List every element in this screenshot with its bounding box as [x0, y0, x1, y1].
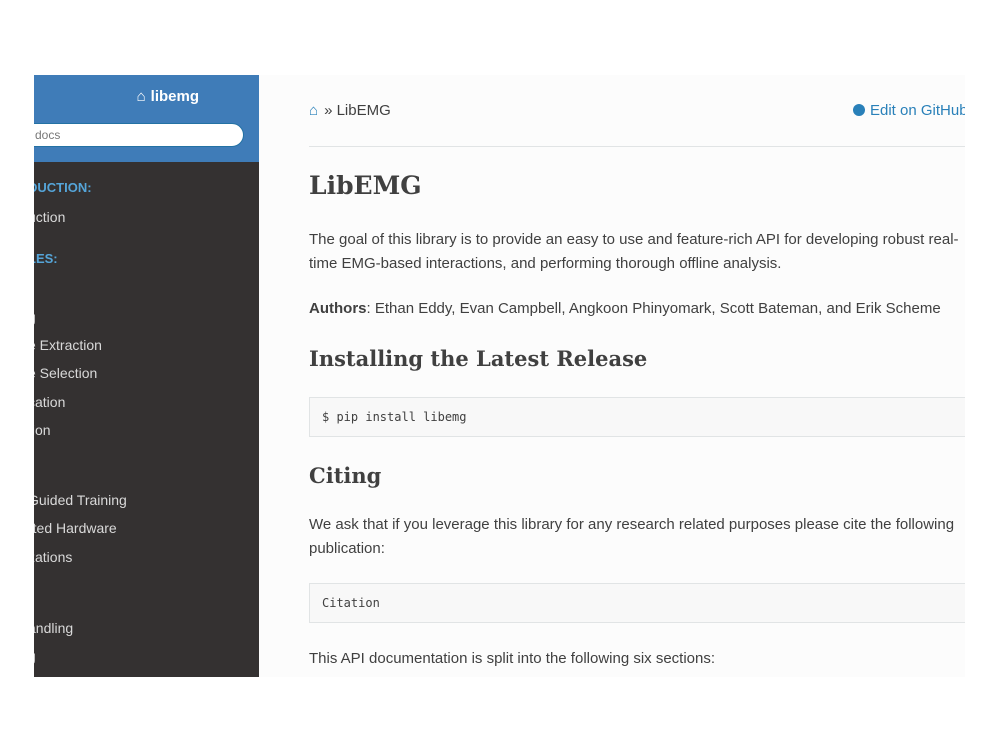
nav-item-classification[interactable]: cation [34, 394, 65, 410]
sidebar: ⌂libemg DUCTION: uction LES: g e Extract… [34, 75, 259, 677]
caption-modules: LES: [34, 251, 58, 266]
edit-on-github-label: Edit on GitHub [870, 102, 965, 119]
home-icon: ⌂ [136, 88, 146, 105]
nav-item-filtering[interactable]: g [34, 309, 36, 325]
search-box[interactable] [34, 123, 244, 147]
search-input[interactable] [35, 128, 225, 142]
header-divider [309, 146, 965, 147]
caption-introduction: DUCTION: [34, 180, 92, 195]
nav-item-data-handling[interactable]: andling [34, 620, 73, 636]
brand-link[interactable]: ⌂ libemg [34, 88, 199, 105]
install-code-block[interactable]: $ pip install libemg [309, 397, 965, 437]
authors-paragraph: Authors: Ethan Eddy, Evan Campbell, Angk… [309, 297, 965, 321]
authors-label: Authors [309, 300, 367, 317]
citing-heading: Citing [309, 463, 382, 488]
nav-item-evaluation[interactable]: tion [34, 422, 51, 438]
sidebar-header: ⌂ libemg [34, 75, 259, 162]
breadcrumb: ⌂ » LibEMG [309, 102, 391, 119]
brand-label: libemg [150, 88, 199, 105]
page-title: LibEMG [309, 171, 422, 200]
nav-item-introduction[interactable]: uction [34, 209, 65, 225]
edit-on-github-link[interactable]: Edit on GitHub [853, 102, 965, 119]
github-icon [853, 104, 865, 116]
citing-paragraph: We ask that if you leverage this library… [309, 516, 955, 557]
nav-item-feature-selection[interactable]: e Selection [34, 365, 97, 381]
nav-item-streaming[interactable]: g [34, 648, 36, 664]
nav-item-guided-training[interactable]: Guided Training [34, 492, 127, 508]
home-icon[interactable]: ⌂ [309, 102, 318, 119]
sections-paragraph: This API documentation is split into the… [309, 650, 716, 667]
breadcrumb-separator: » [324, 102, 333, 119]
install-heading: Installing the Latest Release [309, 346, 648, 371]
authors-list: : Ethan Eddy, Evan Campbell, Angkoon Phi… [366, 300, 941, 317]
nav-item-visualizations[interactable]: zations [34, 549, 72, 565]
nav-item-supported-hardware[interactable]: rted Hardware [34, 520, 117, 536]
main-content: ⌂ » LibEMG Edit on GitHub LibEMG The goal… [259, 75, 965, 677]
browser-viewport: ⌂libemg DUCTION: uction LES: g e Extract… [34, 75, 965, 677]
intro-paragraph: The goal of this library is to provide a… [309, 231, 959, 272]
nav-item-feature-extraction[interactable]: e Extraction [34, 337, 102, 353]
citation-code-block[interactable]: Citation [309, 583, 965, 623]
breadcrumb-current: LibEMG [336, 102, 391, 119]
